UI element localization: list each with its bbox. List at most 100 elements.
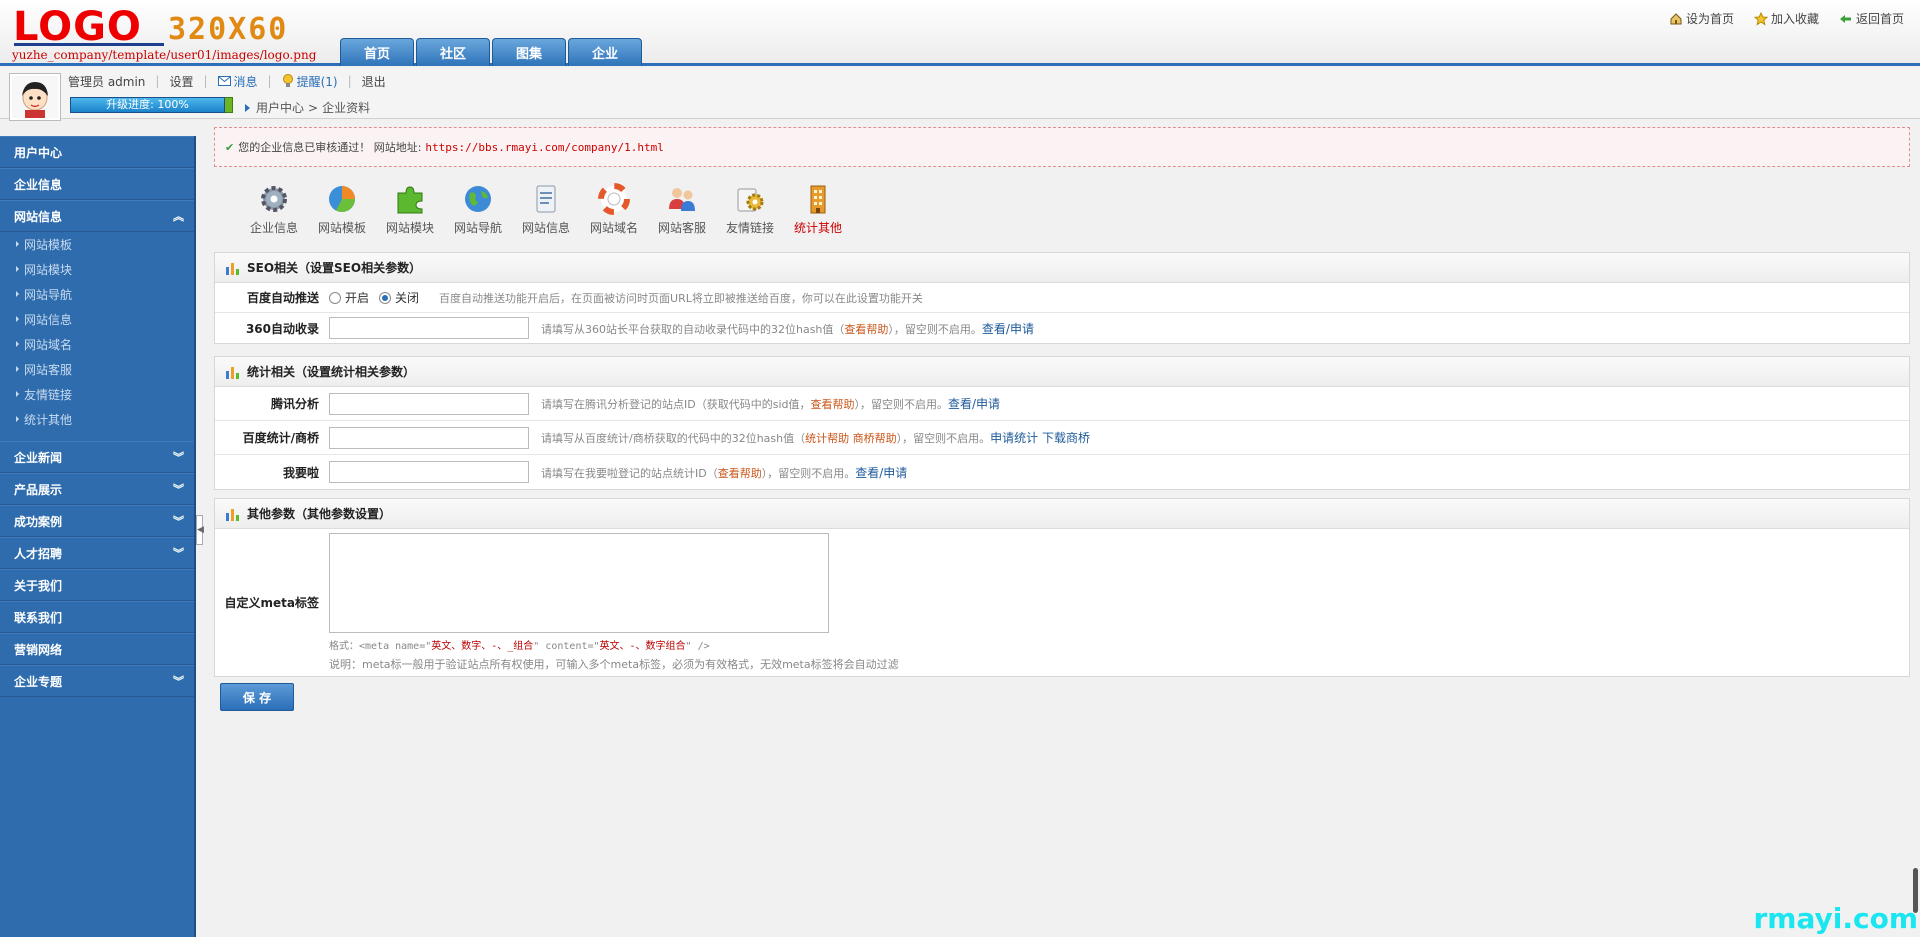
iconbar-site-navigation[interactable]: 网站导航 [444,183,512,236]
other-section-title: 其他参数（其他参数设置） [247,507,392,521]
sidebar-subitem-stats[interactable]: 统计其他 [0,407,194,432]
stats-section-title: 统计相关（设置统计相关参数） [247,365,416,379]
s360-row: 360自动收录 请填写从360站长平台获取的自动收录代码中的32位hash值（查… [215,313,1909,343]
nav-tab-home[interactable]: 首页 [340,38,414,66]
radio-button[interactable] [329,291,341,304]
sidebar-item-contact[interactable]: 联系我们 [0,601,194,633]
tencent-row: 腾讯分析 请填写在腾讯分析登记的站点ID（获取代码中的sid值，查看帮助），留空… [215,387,1909,421]
sidebar-item-label: 关于我们 [14,578,63,593]
tencent-help-link[interactable]: 查看帮助 [810,398,854,411]
logout-link[interactable]: 退出 [362,73,386,90]
nav-tab-community[interactable]: 社区 [416,38,490,66]
iconbar-site-module[interactable]: 网站模块 [376,183,444,236]
add-favorite-label: 加入收藏 [1770,12,1819,26]
sidebar-item-label: 网站信息 [14,209,63,224]
sidebar-subitem-site-info[interactable]: 网站信息 [0,307,194,332]
sidebar-item-site-info[interactable]: 网站信息 ︽ [0,200,194,232]
iconbar-label: 网站模块 [385,221,434,235]
sidebar-item-cases[interactable]: 成功案例 ︾ [0,505,194,537]
chevron-down-icon: ︾ [173,483,184,496]
avatar[interactable] [9,73,61,121]
other-section: 其他参数（其他参数设置） 自定义meta标签 格式：<meta name="英文… [214,498,1910,677]
tip-text: 请填写在腾讯分析登记的站点ID（获取代码中的sid值， [541,398,811,411]
tip-text: ），留空则不启用。 [854,398,948,411]
sidebar-subitem-links[interactable]: 友情链接 [0,382,194,407]
tip-text: 请填写从360站长平台获取的自动收录代码中的32位hash值（ [541,322,845,336]
hint-highlight: 英文、数字、-、_组合 [431,641,534,652]
iconbar-friend-links[interactable]: 友情链接 [716,183,784,236]
back-home-link[interactable]: 返回首页 [1839,10,1904,27]
sidebar-collapse-handle[interactable]: ◀ [196,515,204,545]
other-section-header: 其他参数（其他参数设置） [215,499,1909,529]
tencent-sid-input[interactable] [329,392,529,415]
sidebar-subitem-navigation[interactable]: 网站导航 [0,282,194,307]
add-favorite-link[interactable]: 加入收藏 [1753,10,1819,27]
sidebar-item-about[interactable]: 关于我们 [0,569,194,601]
link-gear-icon [737,188,764,212]
function-icon-bar: 企业信息 网站模板 网站模块 网站导航 网站信息 网站域名 网站客服 友情链接 [240,183,1910,236]
iconbar-site-domain[interactable]: 网站域名 [580,183,648,236]
sidebar-item-jobs[interactable]: 人才招聘 ︾ [0,537,194,569]
save-button[interactable]: 保 存 [220,683,294,711]
sidebar-item-news[interactable]: 企业新闻 ︾ [0,441,194,473]
sidebar-subitem-template[interactable]: 网站模板 [0,232,194,257]
tip-text: 请填写在我要啦登记的站点统计ID（ [541,466,718,480]
sidebar-item-marketing[interactable]: 营销网络 [0,633,194,665]
sidebar: 用户中心 企业信息 网站信息 ︽ 网站模板 网站模块 网站导航 网站信息 网站域名… [0,136,196,937]
top-links: 设为首页 加入收藏 返回首页 [1669,10,1904,27]
messages-link[interactable]: 消息 [217,73,258,90]
sidebar-item-products[interactable]: 产品展示 ︾ [0,473,194,505]
baidu-push-on-radio[interactable]: 开启 [329,289,369,306]
chevron-up-icon: ︽ [173,210,184,223]
sidebar-item-topics[interactable]: 企业专题 ︾ [0,665,194,697]
sidebar-item-user-center[interactable]: 用户中心 [0,136,194,168]
baidu-help-links[interactable]: 统计帮助 商桥帮助 [805,432,897,445]
radio-button-selected[interactable] [379,291,392,304]
chevron-down-icon: ︾ [173,547,184,560]
nav-tab-gallery[interactable]: 图集 [492,38,566,66]
s360-help-link[interactable]: 查看帮助 [844,323,888,336]
cnzz-id-input[interactable] [329,461,529,483]
s360-apply-link[interactable]: 查看/申请 [982,322,1034,336]
header: LOGO 320X60 yuzhe_company/template/user0… [0,0,1920,66]
seo-section-title: SEO相关（设置SEO相关参数） [247,261,422,275]
iconbar-company-info[interactable]: 企业信息 [240,183,308,236]
breadcrumb-home[interactable]: 用户中心 [256,99,304,116]
user-links: 管理员 admin | 设置 | 消息 | 提醒(1) | 退出 [68,73,386,90]
messages-label: 消息 [233,74,258,89]
sidebar-subitem-domain[interactable]: 网站域名 [0,332,194,357]
iconbar-stats-other[interactable]: 统计其他 [784,183,852,236]
tencent-apply-link[interactable]: 查看/申请 [948,397,1000,411]
iconbar-label: 网站导航 [453,221,502,235]
baidu-hash-input[interactable] [329,426,529,449]
notice-url[interactable]: https://bbs.rmayi.com/company/1.html [425,141,663,154]
sidebar-item-label: 成功案例 [14,514,63,529]
sidebar-subitem-service[interactable]: 网站客服 [0,357,194,382]
building-icon [810,185,826,214]
set-homepage-label: 设为首页 [1685,12,1734,26]
baidu-push-off-radio[interactable]: 关闭 [379,289,419,306]
puzzle-icon [397,186,423,214]
baidu-apply-links[interactable]: 申请统计 下载商桥 [990,431,1090,445]
pie-chart-icon [329,186,355,212]
iconbar-site-service[interactable]: 网站客服 [648,183,716,236]
meta-textarea[interactable] [329,533,829,633]
meta-field-wrap: 格式：<meta name="英文、数字、-、_组合" content="英文、… [329,533,899,672]
settings-link[interactable]: 设置 [169,73,193,90]
site-logo[interactable]: LOGO 320X60 yuzhe_company/template/user0… [10,4,335,64]
bar-chart-icon [226,508,239,521]
cnzz-tip: 请填写在我要啦登记的站点统计ID（查看帮助），留空则不启用。查看/申请 [541,464,907,481]
iconbar-site-template[interactable]: 网站模板 [308,183,376,236]
sidebar-subitem-module[interactable]: 网站模块 [0,257,194,282]
s360-hash-input[interactable] [329,317,529,339]
sidebar-item-company-info[interactable]: 企业信息 [0,168,194,200]
cnzz-help-link[interactable]: 查看帮助 [718,467,762,480]
reminders-link[interactable]: 提醒(1) [282,73,338,90]
cnzz-apply-link[interactable]: 查看/申请 [855,466,907,480]
back-home-label: 返回首页 [1855,12,1904,26]
users-icon [669,188,695,211]
set-homepage-link[interactable]: 设为首页 [1669,10,1734,27]
nav-tab-company[interactable]: 企业 [568,38,642,66]
iconbar-site-info[interactable]: 网站信息 [512,183,580,236]
